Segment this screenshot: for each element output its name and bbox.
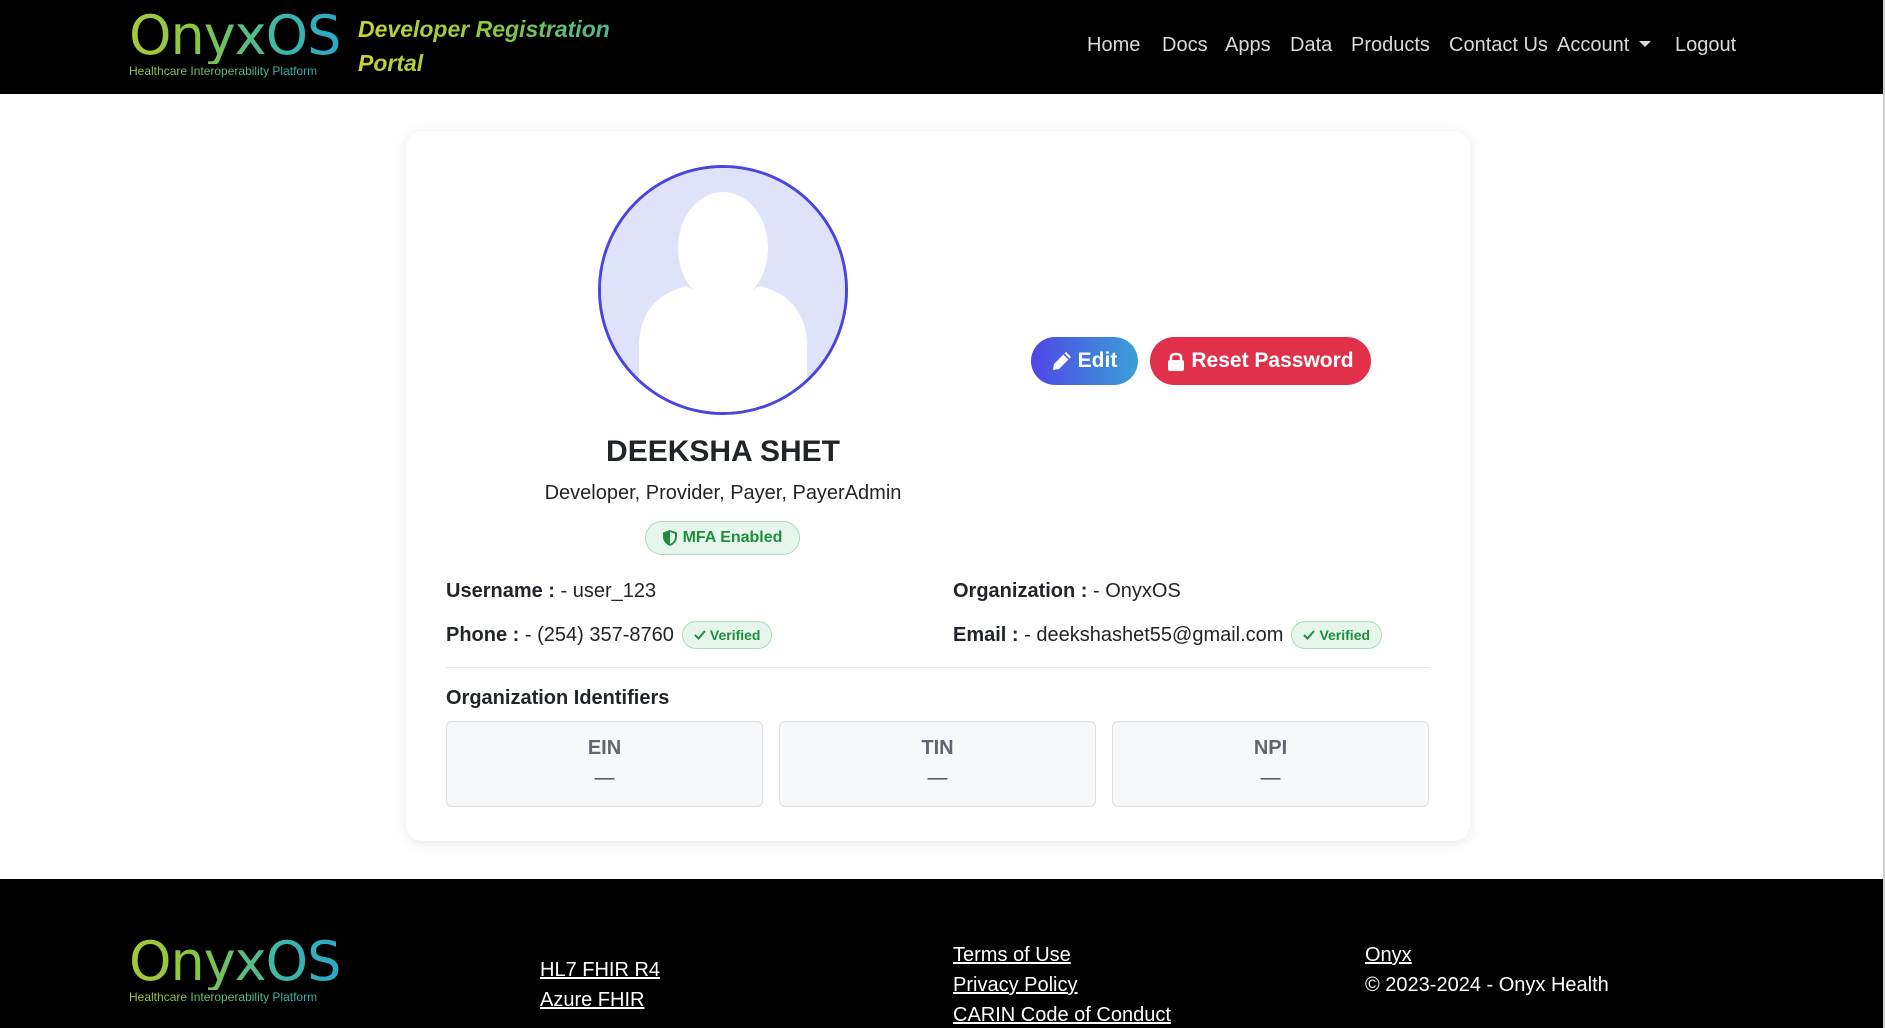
reset-password-button[interactable]: Reset Password xyxy=(1150,337,1371,385)
nav-home[interactable]: Home xyxy=(1087,31,1140,59)
footer-link-onyx[interactable]: Onyx xyxy=(1365,941,1412,969)
nav-products[interactable]: Products xyxy=(1351,31,1430,59)
identifier-card-npi: NPI — xyxy=(1112,721,1429,807)
check-icon xyxy=(694,630,706,640)
mfa-status-label: MFA Enabled xyxy=(682,529,783,546)
lock-icon xyxy=(1168,352,1185,371)
caret-down-icon xyxy=(1639,41,1652,48)
footer-logo: OnyxOS Healthcare Interoperability Platf… xyxy=(129,930,341,1005)
identifier-value: — xyxy=(1260,767,1281,789)
profile-name: DEEKSHA SHET xyxy=(606,435,840,468)
organization-label: Organization : xyxy=(953,580,1088,602)
identifier-label: NPI xyxy=(1253,737,1288,759)
email-verified-badge: Verified xyxy=(1291,621,1383,649)
check-icon xyxy=(1303,630,1316,640)
identifier-value: — xyxy=(594,767,615,789)
nav-logout[interactable]: Logout xyxy=(1675,31,1736,59)
identifier-label: TIN xyxy=(921,737,954,759)
nav-docs[interactable]: Docs xyxy=(1162,31,1208,59)
nav-contact-us[interactable]: Contact Us xyxy=(1449,31,1548,59)
identifier-label: EIN xyxy=(587,737,622,759)
shield-icon xyxy=(662,530,677,546)
top-navbar: OnyxOS Healthcare Interoperability Platf… xyxy=(0,0,1885,94)
username-field: Username : - user_123 xyxy=(446,577,656,605)
nav-account-label: Account xyxy=(1557,34,1630,56)
phone-verified-badge: Verified xyxy=(681,621,773,649)
phone-value: - (254) 357-8760 xyxy=(519,624,674,646)
identifier-card-ein: EIN — xyxy=(446,721,763,807)
onyxos-logo[interactable]: OnyxOS Healthcare Interoperability Platf… xyxy=(129,4,341,79)
email-value: - deekshashet55@gmail.com xyxy=(1018,624,1284,646)
pencil-icon xyxy=(1052,352,1071,370)
mfa-status-badge: MFA Enabled xyxy=(645,521,800,555)
user-silhouette-icon xyxy=(601,168,845,412)
org-identifiers-title: Organization Identifiers xyxy=(446,687,670,709)
organization-value: - OnyxOS xyxy=(1087,580,1181,602)
section-divider xyxy=(446,667,1430,668)
email-label: Email : xyxy=(953,624,1019,646)
organization-field: Organization : - OnyxOS xyxy=(953,577,1181,605)
footer-link-hl7-fhir-r4[interactable]: HL7 FHIR R4 xyxy=(540,956,660,984)
footer-copyright: © 2023-2024 - Onyx Health xyxy=(1365,974,1609,996)
footer-logo-tagline: Healthcare Interoperability Platform xyxy=(129,990,340,1004)
footer-logo-wordmark: OnyxOS xyxy=(129,930,341,993)
nav-apps[interactable]: Apps xyxy=(1225,31,1271,59)
username-label: Username : xyxy=(446,580,555,602)
identifier-card-tin: TIN — xyxy=(779,721,1096,807)
email-field: Email : - deekshashet55@gmail.com Verifi… xyxy=(953,621,1383,649)
footer-link-carin[interactable]: CARIN Code of Conduct xyxy=(953,1001,1171,1028)
reset-password-label: Reset Password xyxy=(1191,349,1354,372)
phone-field: Phone : - (254) 357-8760 Verified xyxy=(446,621,773,649)
footer-link-azure-fhir[interactable]: Azure FHIR xyxy=(540,986,644,1014)
identifier-value: — xyxy=(927,767,948,789)
username-value: - user_123 xyxy=(554,580,657,602)
portal-title: Developer Registration Portal xyxy=(358,12,628,80)
nav-account-dropdown[interactable]: Account xyxy=(1557,31,1652,59)
page-footer: OnyxOS Healthcare Interoperability Platf… xyxy=(0,879,1885,1028)
edit-profile-button[interactable]: Edit xyxy=(1031,337,1138,385)
logo-tagline: Healthcare Interoperability Platform xyxy=(129,64,340,78)
edit-button-label: Edit xyxy=(1077,349,1118,372)
phone-label: Phone : xyxy=(446,624,520,646)
footer-link-privacy[interactable]: Privacy Policy xyxy=(953,971,1077,999)
nav-data[interactable]: Data xyxy=(1290,31,1332,59)
profile-roles: Developer, Provider, Payer, PayerAdmin xyxy=(544,482,902,504)
email-verified-label: Verified xyxy=(1319,627,1371,643)
phone-verified-label: Verified xyxy=(709,627,761,643)
avatar xyxy=(598,165,848,415)
footer-link-terms[interactable]: Terms of Use xyxy=(953,941,1071,969)
logo-wordmark: OnyxOS xyxy=(129,4,341,67)
